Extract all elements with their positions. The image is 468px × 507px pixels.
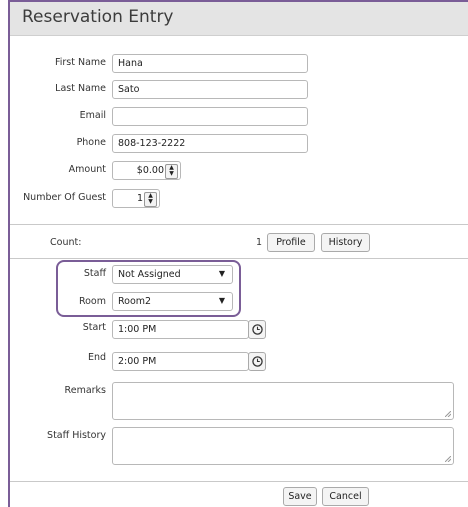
first-name-field[interactable]: Hana [112,54,308,73]
resize-grip-icon[interactable] [445,411,451,417]
staff-select-value: Not Assigned [118,269,181,280]
end-label: End [87,352,106,363]
chevron-down-icon: ▼ [218,296,225,305]
clock-icon[interactable] [248,320,266,339]
count-value: 1 [256,237,263,248]
spinner-arrows-icon[interactable]: ▲ ▼ [165,164,178,179]
resize-grip-icon[interactable] [445,456,451,462]
phone-field[interactable]: 808-123-2222 [112,134,308,153]
staff-select[interactable]: Not Assigned ▼ [112,265,233,284]
spinner-arrows-icon[interactable]: ▲ ▼ [144,192,157,207]
count-label: Count: [50,237,82,248]
guests-label: Number Of Guest [23,192,106,203]
profile-button[interactable]: Profile [267,233,315,252]
history-button[interactable]: History [321,233,370,252]
room-label: Room [78,296,106,307]
guests-stepper[interactable]: 1 ▲ ▼ [112,189,160,208]
end-time-field[interactable]: 2:00 PM [112,352,249,371]
phone-label: Phone [76,137,106,148]
email-label: Email [79,110,106,121]
last-name-label: Last Name [55,83,106,94]
divider [10,258,468,259]
remarks-textarea[interactable] [112,382,454,420]
start-time-field[interactable]: 1:00 PM [112,320,249,339]
guests-value: 1 [136,193,143,204]
email-field[interactable] [112,107,308,126]
amount-label: Amount [68,164,106,175]
clock-icon[interactable] [248,352,266,371]
room-select[interactable]: Room2 ▼ [112,292,233,311]
staff-history-textarea[interactable] [112,427,454,465]
amount-stepper[interactable]: $0.00 ▲ ▼ [112,161,181,180]
chevron-down-icon: ▼ [218,269,225,278]
last-name-field[interactable]: Sato [112,80,308,99]
title-bar: Reservation Entry [10,2,468,36]
room-select-value: Room2 [118,296,152,307]
amount-value: $0.00 [136,165,164,176]
cancel-button[interactable]: Cancel [322,487,369,506]
divider [10,481,468,482]
window-title: Reservation Entry [22,7,174,27]
remarks-label: Remarks [64,385,106,396]
staff-label: Staff [83,268,106,279]
start-label: Start [82,322,106,333]
divider [10,224,468,225]
save-button[interactable]: Save [283,487,317,506]
first-name-label: First Name [54,57,106,68]
staff-history-label: Staff History [47,430,106,441]
